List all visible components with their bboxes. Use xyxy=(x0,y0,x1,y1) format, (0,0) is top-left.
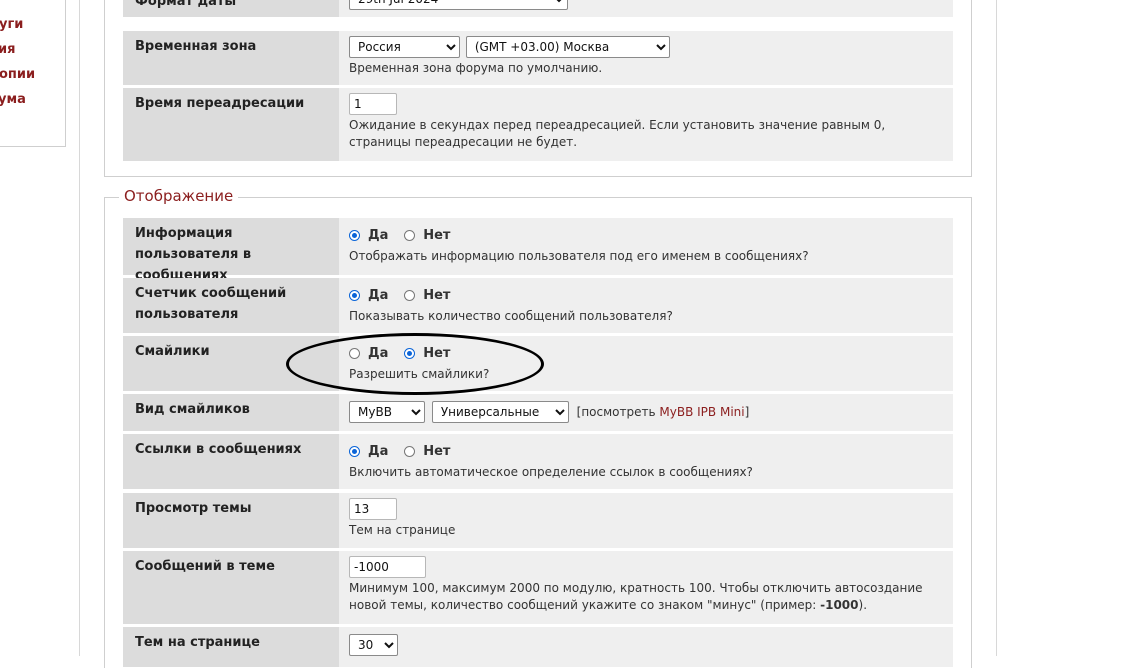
display-settings-section: Отображение Информация пользователя в со… xyxy=(104,187,972,668)
topic-view-row: Просмотр темы Тем на странице xyxy=(123,493,953,548)
date-format-label: Формат даты xyxy=(123,0,339,17)
date-format-select[interactable]: 29th Jul 2024 xyxy=(349,0,568,10)
links-label: Ссылки в сообщениях xyxy=(123,434,339,489)
content-border-left xyxy=(79,0,80,656)
highlight-ellipse xyxy=(286,333,544,395)
timezone-description: Временная зона форума по умолчанию. xyxy=(349,61,603,75)
topic-view-description: Тем на странице xyxy=(349,523,456,537)
topics-per-page-label: Тем на странице xyxy=(123,627,339,667)
topics-per-page-row: Тем на странице 30 xyxy=(123,627,953,667)
post-count-yes-radio[interactable]: Да xyxy=(349,287,388,304)
timezone-label: Временная зона xyxy=(123,31,339,85)
redirect-time-input[interactable] xyxy=(349,93,397,115)
smiley-style-select[interactable]: Универсальные xyxy=(431,401,569,423)
sidebar-link-3[interactable]: опии xyxy=(0,67,35,82)
redirect-time-label: Время переадресации xyxy=(123,88,339,161)
posts-in-topic-row: Сообщений в теме Минимум 100, максимум 2… xyxy=(123,551,953,624)
radio-checked-icon xyxy=(349,290,360,301)
radio-checked-icon xyxy=(349,230,360,241)
radio-checked-icon xyxy=(349,446,360,457)
content-border-right xyxy=(996,0,997,656)
sidebar-link-4[interactable]: ума xyxy=(0,92,26,107)
links-description: Включить автоматическое определение ссыл… xyxy=(349,465,753,479)
user-info-row: Информация пользователя в сообщениях Да … xyxy=(123,218,953,283)
sidebar: уги ия опии ума xyxy=(0,0,66,147)
links-row: Ссылки в сообщениях Да Нет Включить авто… xyxy=(123,434,953,489)
user-info-no-radio[interactable]: Нет xyxy=(404,227,450,244)
post-count-description: Показывать количество сообщений пользова… xyxy=(349,309,673,323)
sidebar-link-2[interactable]: ия xyxy=(0,42,15,57)
links-no-radio[interactable]: Нет xyxy=(404,443,450,460)
redirect-time-description: Ожидание в секундах перед переадресацией… xyxy=(349,118,886,149)
topics-per-page-select[interactable]: 30 xyxy=(349,634,398,656)
radio-unchecked-icon xyxy=(404,290,416,301)
topic-view-input[interactable] xyxy=(349,498,397,520)
links-yes-radio[interactable]: Да xyxy=(349,443,388,460)
posts-in-topic-input[interactable] xyxy=(349,556,426,578)
posts-in-topic-label: Сообщений в теме xyxy=(123,551,339,624)
post-count-label: Счетчик сообщений пользователя xyxy=(123,278,339,333)
post-count-no-radio[interactable]: Нет xyxy=(404,287,450,304)
redirect-time-row: Время переадресации Ожидание в секундах … xyxy=(123,88,953,161)
timezone-zone-select[interactable]: (GMT +03.00) Москва xyxy=(465,36,670,58)
date-format-row: Формат даты 29th Jul 2024 xyxy=(123,0,953,17)
sidebar-link-1[interactable]: уги xyxy=(0,17,23,32)
post-count-row: Счетчик сообщений пользователя Да Нет По… xyxy=(123,278,953,333)
topic-view-label: Просмотр темы xyxy=(123,493,339,548)
radio-unchecked-icon xyxy=(404,446,416,457)
general-settings-section: Формат даты 29th Jul 2024 Временная зона… xyxy=(104,0,972,177)
display-section-legend: Отображение xyxy=(119,187,239,205)
posts-in-topic-description: Минимум 100, максимум 2000 по модулю, кр… xyxy=(349,581,923,612)
smiley-type-label: Вид смайликов xyxy=(123,394,339,431)
timezone-row: Временная зона Россия (GMT +03.00) Москв… xyxy=(123,31,953,85)
smiley-preview-link[interactable]: MyBB IPB Mini xyxy=(659,405,744,419)
radio-unchecked-icon xyxy=(404,230,416,241)
timezone-country-select[interactable]: Россия xyxy=(349,36,460,58)
smiley-preview: [посмотреть MyBB IPB Mini] xyxy=(576,404,750,419)
user-info-description: Отображать информацию пользователя под е… xyxy=(349,249,809,263)
smiley-type-row: Вид смайликов MyBB Универсальные [посмот… xyxy=(123,394,953,431)
user-info-yes-radio[interactable]: Да xyxy=(349,227,388,244)
user-info-label: Информация пользователя в сообщениях xyxy=(123,218,339,283)
smiley-set-select[interactable]: MyBB xyxy=(349,401,425,423)
